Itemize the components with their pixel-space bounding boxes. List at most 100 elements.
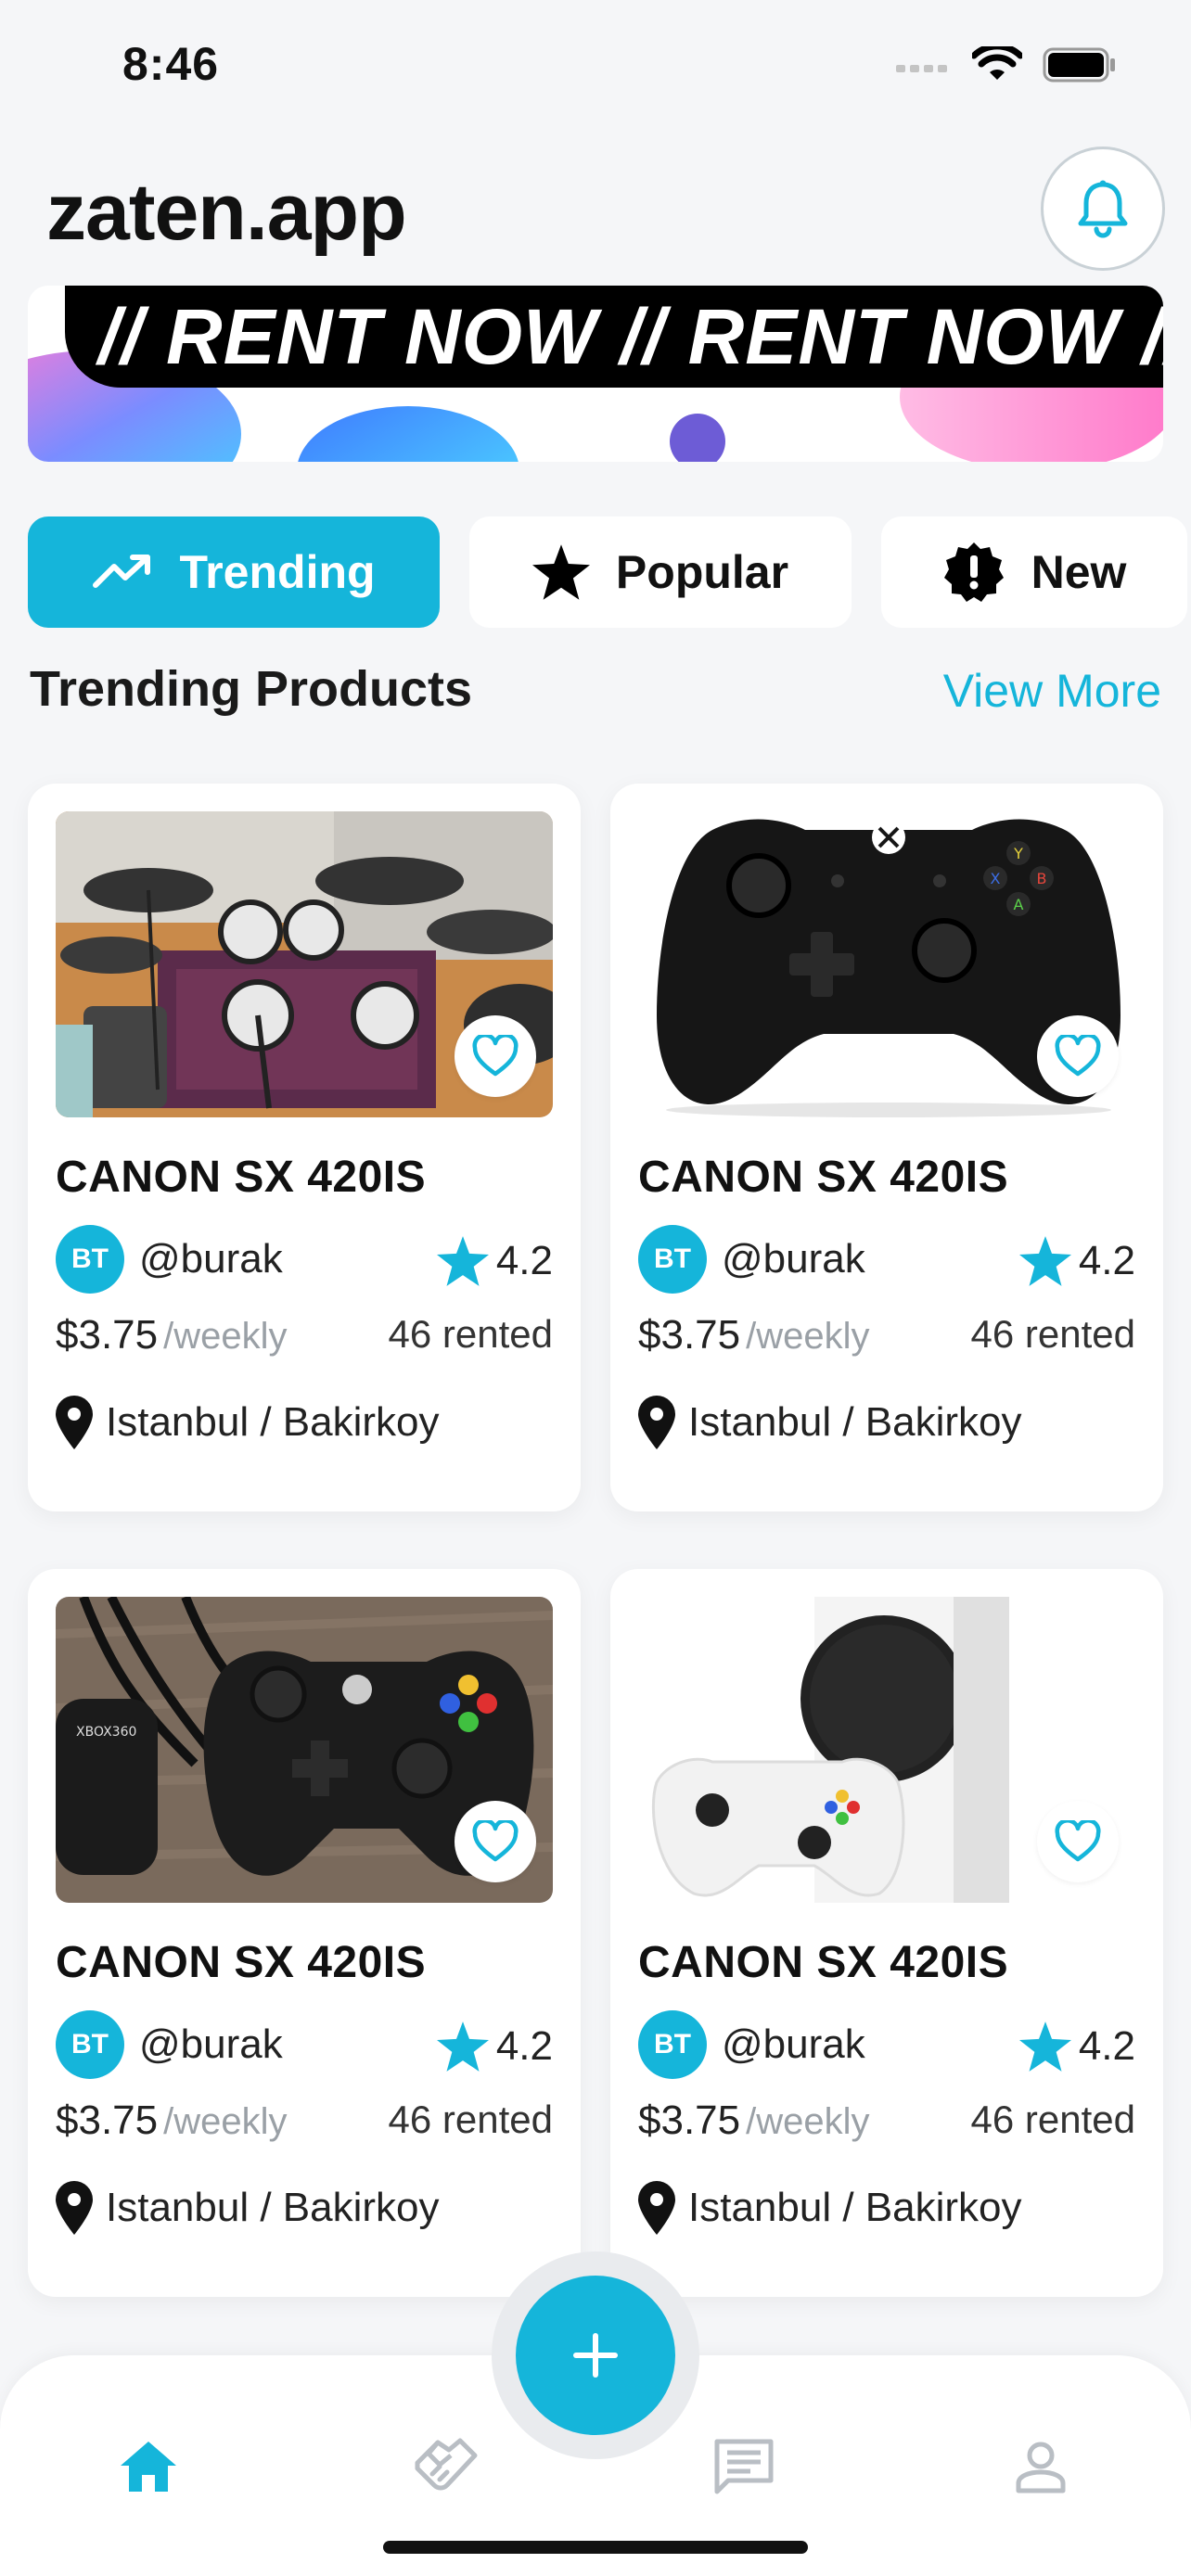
avatar[interactable]: BT (56, 2010, 124, 2079)
location-text: Istanbul / Bakirkoy (688, 2185, 1022, 2230)
rating-value: 4.2 (495, 1238, 553, 1283)
username[interactable]: @burak (139, 2021, 283, 2068)
heart-icon (1055, 1035, 1101, 1077)
price-value: $3.75 (56, 1312, 159, 1358)
home-indicator (383, 2541, 808, 2554)
status-bar: 8:46 (0, 0, 1191, 139)
home-icon (121, 2442, 176, 2492)
tab-trending[interactable]: Trending (28, 516, 440, 628)
favorite-button[interactable] (455, 1801, 536, 1882)
price-period: /weekly (163, 1316, 288, 1357)
price-row: $3.75/weekly 46 rented (56, 2098, 553, 2153)
product-card[interactable]: XBOX360 CANON SX 420IS BT @burak 4.2 $3.… (28, 1569, 581, 2297)
owner-row: BT @burak 4.2 (56, 1225, 553, 1295)
price-value: $3.75 (638, 1312, 741, 1358)
banner-text: // RENT NOW // RENT NOW // (98, 292, 1163, 380)
rating-value: 4.2 (1078, 1238, 1135, 1283)
price-value: $3.75 (638, 2098, 741, 2143)
location-row: Istanbul / Bakirkoy (56, 2181, 440, 2235)
price-period: /weekly (746, 2101, 870, 2142)
tab-new[interactable]: New (881, 516, 1187, 628)
star-icon (436, 1236, 489, 1286)
battery-icon (1043, 47, 1115, 83)
nav-home[interactable] (111, 2429, 186, 2504)
svg-text:X: X (991, 870, 1001, 887)
rented-count: 46 rented (970, 2098, 1135, 2141)
nav-messages[interactable] (707, 2429, 781, 2504)
location-pin-icon (56, 2181, 93, 2235)
username[interactable]: @burak (139, 1236, 283, 1282)
star-icon (1018, 1236, 1071, 1286)
heart-icon (1055, 1820, 1101, 1862)
price-period: /weekly (163, 2101, 288, 2142)
rating: 4.2 (1018, 2021, 1135, 2072)
product-name: CANON SX 420IS (56, 1938, 427, 1987)
banner-marquee: // RENT NOW // RENT NOW // (65, 286, 1163, 388)
location-text: Istanbul / Bakirkoy (106, 1399, 440, 1445)
rented-count: 46 rented (388, 2098, 553, 2141)
tab-trending-label: Trending (179, 546, 376, 598)
price-value: $3.75 (56, 2098, 159, 2143)
chat-icon (714, 2439, 774, 2494)
username[interactable]: @burak (722, 2021, 865, 2068)
location-row: Istanbul / Bakirkoy (56, 1396, 440, 1449)
svg-text:A: A (1014, 896, 1024, 913)
rating: 4.2 (1018, 1236, 1135, 1286)
owner-row: BT @burak 4.2 (638, 2010, 1135, 2081)
rating: 4.2 (436, 2021, 553, 2072)
location-pin-icon (638, 1396, 675, 1449)
price-row: $3.75/weekly 46 rented (638, 1312, 1135, 1368)
price: $3.75/weekly (638, 2098, 870, 2144)
rented-count: 46 rented (388, 1312, 553, 1356)
location-pin-icon (638, 2181, 675, 2235)
heart-icon (472, 1820, 519, 1862)
notifications-button[interactable] (1041, 147, 1165, 271)
tab-new-label: New (1031, 546, 1127, 598)
tab-popular[interactable]: Popular (469, 516, 852, 628)
plus-icon (573, 2333, 618, 2378)
username[interactable]: @burak (722, 1236, 865, 1282)
location-row: Istanbul / Bakirkoy (638, 1396, 1022, 1449)
heart-icon (472, 1035, 519, 1077)
favorite-button[interactable] (1037, 1801, 1119, 1882)
svg-text:Y: Y (1013, 845, 1023, 862)
favorite-button[interactable] (455, 1015, 536, 1097)
owner-row: BT @burak 4.2 (638, 1225, 1135, 1295)
product-card[interactable]: Y X B A CANON SX 420IS BT @burak 4.2 $3.… (610, 784, 1163, 1511)
product-card[interactable]: CANON SX 420IS BT @burak 4.2 $3.75/weekl… (28, 784, 581, 1511)
cellular-signal-icon (896, 65, 947, 72)
add-listing-button[interactable] (516, 2276, 675, 2435)
location-pin-icon (56, 1396, 93, 1449)
price-row: $3.75/weekly 46 rented (56, 1312, 553, 1368)
trending-up-icon (93, 555, 151, 588)
status-time: 8:46 (122, 38, 220, 90)
rating: 4.2 (436, 1236, 553, 1286)
wifi-icon (972, 46, 1022, 80)
product-card[interactable]: CANON SX 420IS BT @burak 4.2 $3.75/weekl… (610, 1569, 1163, 2297)
owner-row: BT @burak 4.2 (56, 2010, 553, 2081)
nav-rentals[interactable] (408, 2429, 482, 2504)
section-title: Trending Products (30, 661, 473, 717)
bell-icon (1078, 180, 1128, 238)
location-text: Istanbul / Bakirkoy (688, 1399, 1022, 1445)
promo-banner[interactable]: // RENT NOW // RENT NOW // (28, 286, 1163, 462)
favorite-button[interactable] (1037, 1015, 1119, 1097)
price: $3.75/weekly (56, 2098, 288, 2144)
svg-text:B: B (1037, 870, 1047, 887)
tab-popular-label: Popular (615, 546, 789, 598)
star-icon (1018, 2021, 1071, 2072)
location-row: Istanbul / Bakirkoy (638, 2181, 1022, 2235)
handshake-icon (415, 2438, 478, 2491)
price-period: /weekly (746, 1316, 870, 1357)
new-badge-icon (943, 542, 1004, 602)
nav-profile[interactable] (1004, 2429, 1078, 2504)
rating-value: 4.2 (495, 2023, 553, 2069)
avatar[interactable]: BT (638, 2010, 707, 2079)
price-row: $3.75/weekly 46 rented (638, 2098, 1135, 2153)
price: $3.75/weekly (56, 1312, 288, 1358)
avatar[interactable]: BT (638, 1225, 707, 1294)
view-more-link[interactable]: View More (943, 664, 1161, 718)
avatar[interactable]: BT (56, 1225, 124, 1294)
svg-text:XBOX360: XBOX360 (76, 1725, 136, 1740)
price: $3.75/weekly (638, 1312, 870, 1358)
